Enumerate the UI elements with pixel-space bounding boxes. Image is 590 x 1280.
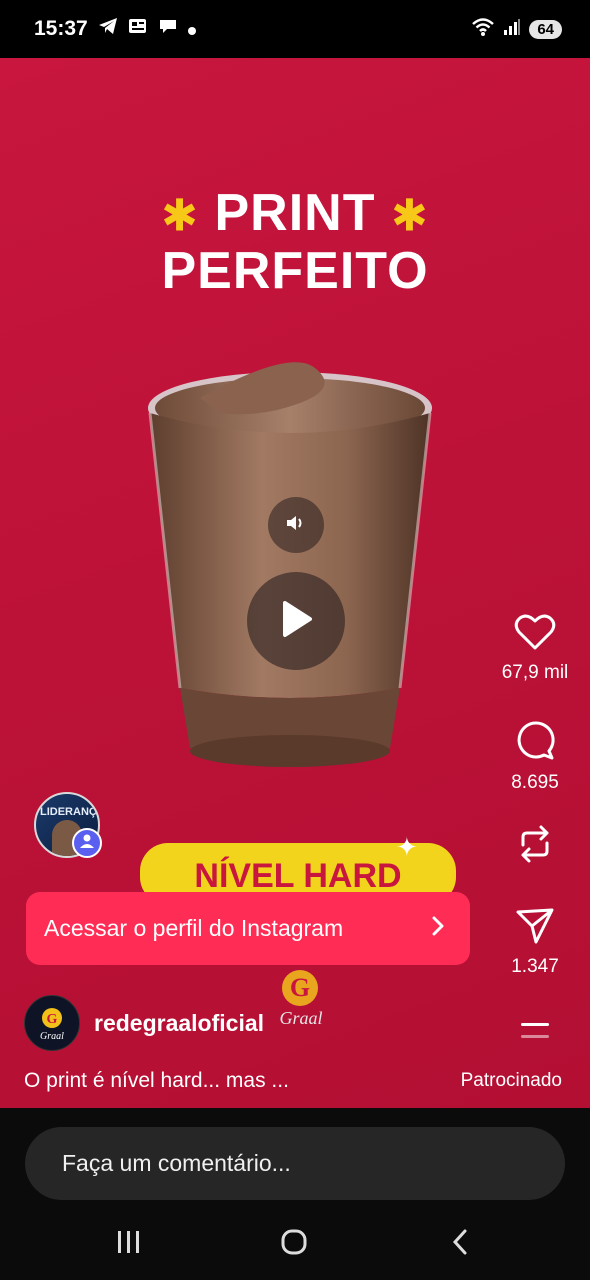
repost-icon [515, 825, 555, 869]
username[interactable]: redegraaloficial [94, 1010, 264, 1037]
system-navigation-bar [0, 1208, 590, 1280]
headline-line-1: ✱ PRINT ✱ [161, 184, 429, 242]
home-button[interactable] [280, 1228, 308, 1261]
back-button[interactable] [450, 1228, 470, 1261]
comment-input[interactable]: Faça um comentário... [25, 1127, 565, 1200]
svg-text:Graal: Graal [40, 1031, 64, 1042]
comment-icon [515, 721, 555, 765]
status-bar: 15:37 64 [0, 0, 590, 58]
news-icon [128, 17, 148, 41]
notification-dot-icon [187, 17, 196, 41]
chevron-right-icon [432, 915, 444, 942]
like-count: 67,9 mil [501, 662, 569, 683]
cta-label: Acessar o perfil do Instagram [44, 915, 344, 941]
speaker-icon [285, 513, 307, 538]
video-player[interactable]: ✱ PRINT ✱ PERFEITO 67,9 mil 8.695 1.347 … [0, 58, 590, 1108]
more-button[interactable] [480, 1021, 590, 1046]
comment-count: 8.695 [511, 772, 559, 793]
send-icon [515, 908, 555, 949]
comment-button[interactable]: 8.695 [480, 721, 590, 794]
star-icon: ✱ [390, 191, 429, 241]
play-button[interactable] [247, 572, 345, 670]
profile-row[interactable]: G Graal redegraaloficial [24, 995, 264, 1051]
recent-apps-icon [116, 1231, 142, 1260]
sponsored-label: Patrocinado [460, 1070, 562, 1091]
sparkle-icon: ✦ [396, 832, 418, 862]
wifi-icon [471, 17, 495, 42]
profile-logo[interactable]: G Graal [24, 995, 80, 1051]
star-icon: ✱ [161, 191, 200, 241]
share-button[interactable]: 1.347 [480, 907, 590, 978]
follow-badge[interactable] [72, 828, 102, 858]
svg-text:G: G [47, 1012, 58, 1027]
home-icon [280, 1229, 308, 1260]
share-count: 1.347 [511, 956, 559, 977]
person-icon [79, 833, 95, 854]
back-icon [450, 1229, 470, 1260]
sound-button[interactable] [268, 497, 324, 553]
like-button[interactable]: 67,9 mil [480, 613, 590, 684]
clock: 15:37 [34, 17, 88, 40]
svg-text:G: G [290, 973, 310, 1002]
signal-icon [503, 18, 521, 41]
post-caption[interactable]: O print é nível hard... mas ... [24, 1069, 289, 1093]
recent-apps-button[interactable] [116, 1228, 142, 1261]
telegram-icon [98, 17, 118, 41]
headline-line-2: PERFEITO [161, 242, 429, 300]
heart-icon [514, 614, 556, 655]
graal-watermark-logo: G Graal [266, 966, 336, 1036]
chat-icon [158, 17, 178, 41]
repost-button[interactable] [480, 823, 590, 870]
battery-indicator: 64 [529, 19, 562, 39]
svg-text:Graal: Graal [279, 1008, 322, 1028]
menu-icon [518, 1023, 552, 1045]
visit-instagram-profile-button[interactable]: Acessar o perfil do Instagram [26, 892, 470, 965]
play-icon [279, 600, 313, 643]
